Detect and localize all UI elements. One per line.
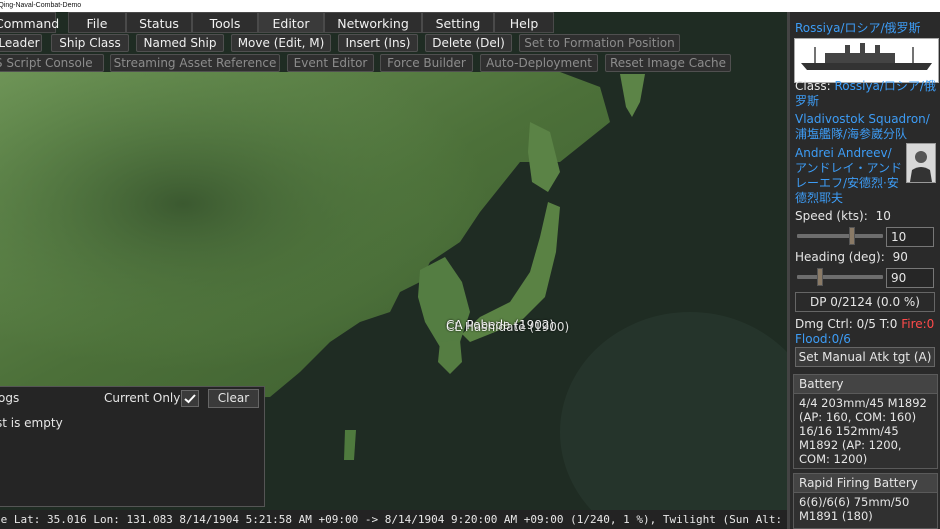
class-label: Class: (795, 79, 831, 93)
speed-input[interactable]: 10 (886, 227, 934, 247)
streaming-asset-reference-button[interactable]: Streaming Asset Reference (110, 54, 280, 72)
rapid-firing-battery-section: Rapid Firing Battery 6(6)/6(6) 75mm/50 M… (793, 473, 938, 529)
window-title: -Qing-Naval-Combat-Demo (0, 2, 82, 9)
ship-silhouette (794, 38, 939, 83)
menu-file[interactable]: File (68, 12, 126, 33)
heading-slider[interactable] (797, 268, 883, 286)
ship-info-panel: Rossiya/ロシア/俄罗斯 Class: Rossiya/ロシア/俄罗斯 V… (787, 12, 940, 529)
js-script-console-button[interactable]: JS Script Console (0, 54, 104, 72)
class-row: Class: Rossiya/ロシア/俄罗斯 (795, 79, 937, 109)
event-editor-button[interactable]: Event Editor (287, 54, 374, 72)
menu-editor[interactable]: Editor (258, 12, 324, 33)
commander-link[interactable]: Andrei Andreev/アンドレイ・アンドレーエフ/安德烈·安德烈耶夫 (795, 146, 903, 206)
dmg-ctrl-row: Dmg Ctrl: 0/5 T:0 Fire:0 Flood:0/6 (795, 317, 937, 347)
status-text: ce Lat: 35.016 Lon: 131.083 8/14/1904 5:… (0, 513, 787, 526)
menu-setting[interactable]: Setting (422, 12, 494, 33)
squadron-link[interactable]: Vladivostok Squadron/浦塩艦隊/海参崴分队 (795, 112, 937, 142)
rapid-firing-battery-body: 6(6)/6(6) 75mm/50 M1891 (180) (799, 495, 910, 523)
heading-label: Heading (deg): (795, 250, 885, 264)
status-bar: ce Lat: 35.016 Lon: 131.083 8/14/1904 5:… (0, 510, 787, 529)
current-only-label: Current Only (104, 391, 181, 405)
dp-display: DP 0/2124 (0.0 %) (795, 292, 935, 312)
menu-tools[interactable]: Tools (192, 12, 258, 33)
insert-button[interactable]: Insert (Ins) (338, 34, 418, 52)
speed-slider[interactable] (797, 227, 883, 245)
rapid-firing-battery-header[interactable]: Rapid Firing Battery (794, 474, 937, 493)
heading-input[interactable]: 90 (886, 268, 934, 288)
reset-image-cache-button[interactable]: Reset Image Cache (605, 54, 731, 72)
heading-row: Heading (deg): 90 (795, 250, 908, 264)
speed-label: Speed (kts): (795, 209, 868, 223)
flood-text: Flood:0/6 (795, 332, 851, 346)
log-panel-title: ogs (0, 391, 20, 405)
named-ship-button[interactable]: Named Ship (136, 34, 224, 52)
current-only-checkbox[interactable] (181, 390, 199, 407)
menu-command[interactable]: Command (0, 12, 59, 33)
speed-row: Speed (kts): 10 (795, 209, 891, 223)
heading-value: 90 (892, 250, 908, 264)
check-icon (184, 394, 196, 404)
heading-slider-handle[interactable] (817, 268, 823, 286)
log-empty-text: st is empty (0, 416, 63, 430)
menu-networking[interactable]: Networking (324, 12, 422, 33)
ship-class-button[interactable]: Ship Class (51, 34, 129, 52)
portrait-icon (910, 151, 932, 182)
set-manual-attack-target-button[interactable]: Set Manual Atk tgt (A) (795, 347, 935, 367)
fire-text: Fire:0 (901, 317, 935, 331)
window-titlebar: -Qing-Naval-Combat-Demo (0, 0, 940, 12)
battery-section: Battery 4/4 203mm/45 M1892 (AP: 160, COM… (793, 374, 938, 469)
auto-deployment-button[interactable]: Auto-Deployment (480, 54, 598, 72)
map-unit-label-hashidate[interactable]: CL Hashidate (1900) (446, 320, 569, 334)
menu-status[interactable]: Status (126, 12, 192, 33)
dmg-ctrl-text: Dmg Ctrl: 0/5 T:0 (795, 317, 898, 331)
faction-link[interactable]: Rossiya/ロシア/俄罗斯 (795, 19, 921, 36)
speed-slider-handle[interactable] (849, 227, 855, 245)
move-button[interactable]: Move (Edit, M) (231, 34, 331, 52)
speed-value: 10 (875, 209, 891, 223)
clear-logs-button[interactable]: Clear (208, 389, 259, 408)
force-builder-button[interactable]: Force Builder (380, 54, 473, 72)
ship-silhouette-icon (801, 43, 932, 70)
log-panel: ogs Current Only Clear st is empty (0, 386, 265, 507)
delete-button[interactable]: Delete (Del) (425, 34, 512, 52)
battery-header[interactable]: Battery (794, 375, 937, 394)
commander-portrait (906, 143, 936, 183)
menu-help[interactable]: Help (494, 12, 554, 33)
set-formation-position-button[interactable]: Set to Formation Position (519, 34, 680, 52)
battery-body: 4/4 203mm/45 M1892 (AP: 160, COM: 160) 1… (799, 396, 927, 466)
leader-button[interactable]: Leader (0, 34, 42, 52)
